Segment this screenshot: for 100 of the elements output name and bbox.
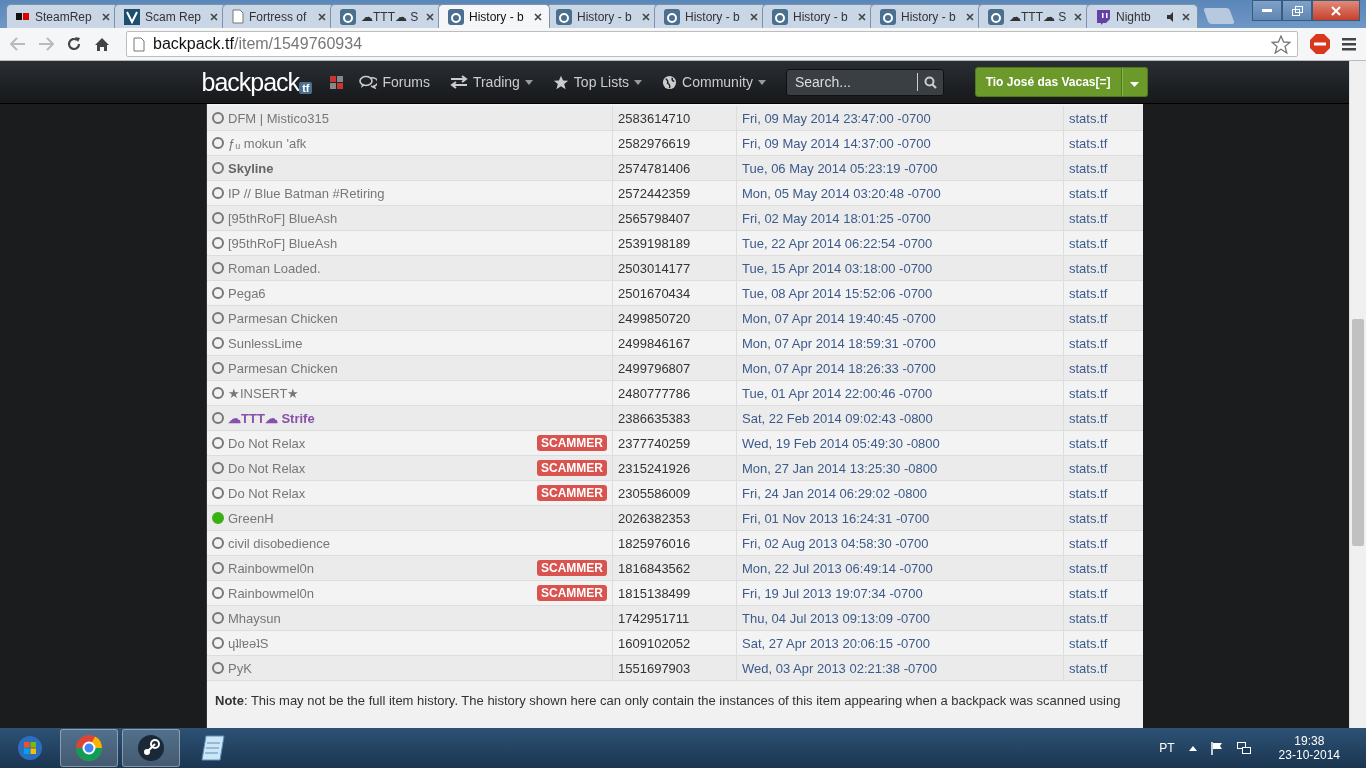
stats-link[interactable]: stats.tf [1069,135,1108,151]
stats-link[interactable]: stats.tf [1069,460,1108,476]
stats-link[interactable]: stats.tf [1069,635,1108,651]
menu-icon[interactable] [1342,37,1356,51]
close-tab-icon[interactable] [966,12,974,21]
nav-link[interactable]: Trading [449,74,533,90]
user-menu-button[interactable] [1121,67,1148,97]
stats-link[interactable]: stats.tf [1069,560,1108,576]
stats-link[interactable]: stats.tf [1069,160,1108,176]
user-name-link[interactable]: civil disobedience [228,535,607,551]
stats-link[interactable]: stats.tf [1069,535,1108,551]
stats-link[interactable]: stats.tf [1069,235,1108,251]
stats-link[interactable]: stats.tf [1069,310,1108,326]
stats-link[interactable]: stats.tf [1069,585,1108,601]
nav-link[interactable]: Top Lists [552,74,643,90]
user-name-link[interactable]: Do Not Relax [228,485,533,501]
user-name-link[interactable]: Pega6 [228,285,607,301]
minimize-button[interactable] [1252,0,1282,21]
language-indicator[interactable]: PT [1159,741,1175,755]
stats-link[interactable]: stats.tf [1069,110,1108,126]
stats-link[interactable]: stats.tf [1069,210,1108,226]
user-name-link[interactable]: IP // Blue Batman #Retiring [228,185,607,201]
twitch-logo-icon [1096,8,1111,25]
stats-link[interactable]: stats.tf [1069,360,1108,376]
user-name-link[interactable]: Skyline [228,160,607,176]
stats-link[interactable]: stats.tf [1069,435,1108,451]
taskbar-app-button[interactable] [122,729,180,767]
scrollbar-thumb[interactable] [1352,319,1364,546]
user-name-link[interactable]: Mhaysun [228,610,607,626]
user-name-link[interactable]: PyK [228,660,607,676]
stop-sign-icon[interactable] [1310,34,1330,54]
user-name-link[interactable]: Parmesan Chicken [228,360,607,376]
close-tab-icon[interactable] [858,12,866,21]
scrollbar[interactable] [1349,61,1366,728]
grid-icon[interactable] [330,75,344,89]
steam-logo-icon [137,734,165,762]
close-tab-icon[interactable] [750,12,758,21]
search-icon[interactable] [923,75,937,89]
item-id: 1825976016 [618,535,691,551]
caret-icon [634,79,643,85]
user-button[interactable]: Tio José das Vacas[=] [974,67,1122,97]
close-tab-icon[interactable] [642,12,650,21]
item-id: 2574781406 [618,160,691,176]
search-field[interactable]: Search... [785,68,944,96]
stats-link[interactable]: stats.tf [1069,410,1108,426]
date-text: Fri, 02 May 2014 18:01:25 -0700 [742,210,931,226]
user-name-link[interactable]: ƒᵤ mokun 'afk [228,135,607,151]
close-tab-icon[interactable] [210,12,218,21]
user-name-link[interactable]: SunlessLime [228,335,607,351]
date-text: Fri, 09 May 2014 23:47:00 -0700 [742,110,931,126]
user-name-link[interactable]: ɥʇlɐǝʇS [228,635,607,651]
user-name-link[interactable]: DFM | Mistico315 [228,110,607,126]
close-tab-icon[interactable] [318,12,326,21]
flag-icon[interactable] [1210,741,1223,755]
item-id: 2572442359 [618,185,691,201]
nav-link[interactable]: Community [662,74,766,90]
caret-up-icon[interactable] [1188,745,1197,751]
tab-title: History - b [577,9,633,24]
restore-button[interactable] [1282,0,1312,21]
stats-link[interactable]: stats.tf [1069,510,1108,526]
stats-link[interactable]: stats.tf [1069,260,1108,276]
user-name-link[interactable]: ★INSERT★ [228,385,607,401]
reload-icon[interactable] [66,36,82,52]
user-name-link[interactable]: Rainbowmel0n [228,585,533,601]
user-name-link[interactable]: Rainbowmel0n [228,560,533,576]
stats-link[interactable]: stats.tf [1069,660,1108,676]
home-icon[interactable] [94,36,110,52]
clock[interactable]: 19:38 23-10-2014 [1278,734,1340,762]
stats-link[interactable]: stats.tf [1069,610,1108,626]
star-outline-icon[interactable] [1271,34,1291,54]
tf-logo-icon [988,8,1004,25]
stats-link[interactable]: stats.tf [1069,485,1108,501]
close-tab-icon[interactable] [1074,12,1082,21]
user-name-link[interactable]: Do Not Relax [228,460,533,476]
close-tab-icon[interactable] [534,12,542,21]
nav-link[interactable]: Forums [359,74,430,90]
user-name-link[interactable]: Do Not Relax [228,435,533,451]
user-name-link[interactable]: Roman Loaded. [228,260,607,276]
user-name-link[interactable]: Parmesan Chicken [228,310,607,326]
item-id: 2503014177 [618,260,691,276]
network-icon[interactable] [1236,741,1251,755]
user-name-link[interactable]: GreenH [228,510,607,526]
stats-link[interactable]: stats.tf [1069,285,1108,301]
stats-link[interactable]: stats.tf [1069,185,1108,201]
stats-link[interactable]: stats.tf [1069,335,1108,351]
tab-title: Scam Rep [145,9,203,24]
date-text: Fri, 09 May 2014 14:37:00 -0700 [742,135,931,151]
site-logo[interactable]: backpacktf [201,67,313,97]
stats-link[interactable]: stats.tf [1069,385,1108,401]
address-bar[interactable]: backpack.tf/item/1549760934 [126,31,1298,57]
date-text: Thu, 04 Jul 2013 09:13:09 -0700 [742,610,930,626]
close-tab-icon[interactable] [1182,12,1190,21]
browser-tab[interactable]: Nightb [1086,4,1198,28]
close-tab-icon[interactable] [102,12,110,21]
browser-tab[interactable]: History - b [438,4,550,28]
user-name-link[interactable]: ☁TTT☁ Strife [228,410,607,426]
close-tab-icon[interactable] [426,12,434,21]
user-name-link[interactable]: [95thRoF] BlueAsh [228,210,607,226]
close-window-button[interactable] [1312,0,1360,21]
user-name-link[interactable]: [95thRoF] BlueAsh [228,235,607,251]
